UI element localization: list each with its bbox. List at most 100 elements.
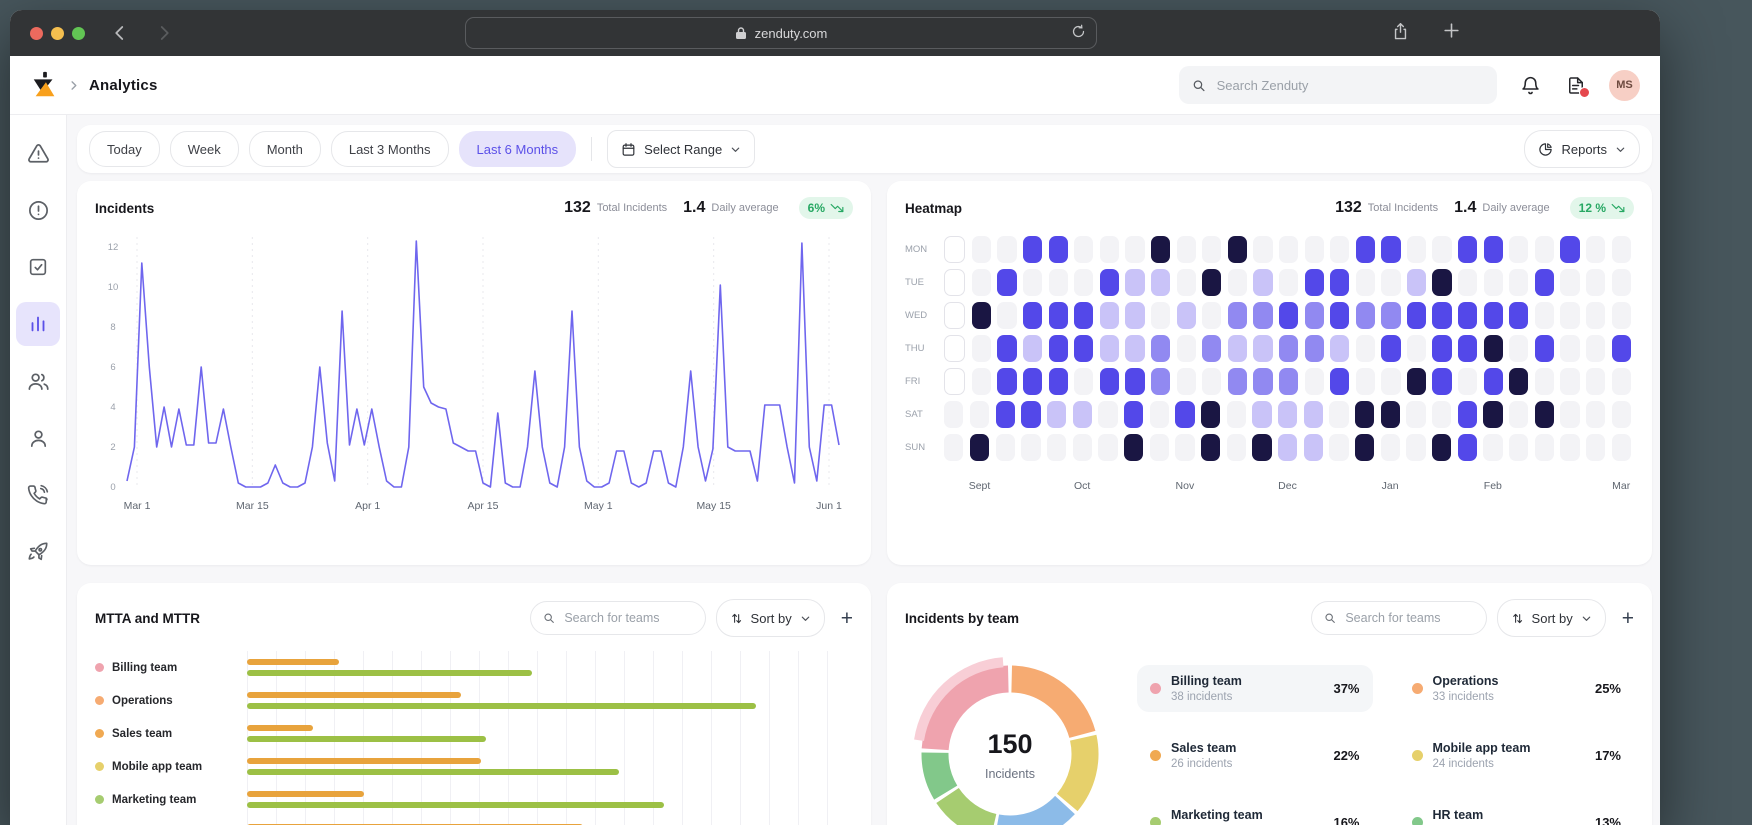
user-avatar[interactable]: MS <box>1609 70 1640 101</box>
sort-arrows-icon <box>1511 612 1524 625</box>
mtta-row-hr-team: HR team <box>95 816 853 825</box>
heatmap-cell <box>1586 368 1605 395</box>
heatmap-cell <box>1484 236 1503 263</box>
legend-item-billing-team[interactable]: Billing team 38 incidents 37% <box>1137 665 1373 712</box>
legend-item-mobile-app-team[interactable]: Mobile app team 24 incidents 17% <box>1399 732 1635 779</box>
minimize-window-button[interactable] <box>51 27 64 40</box>
heatmap-cell <box>1356 269 1375 296</box>
heatmap-cell <box>997 269 1016 296</box>
traffic-lights[interactable] <box>30 27 85 40</box>
sidebar-item-on-call[interactable] <box>16 473 60 517</box>
sort-by-button[interactable]: Sort by <box>1497 599 1606 637</box>
add-team-button[interactable]: + <box>1622 608 1634 629</box>
reload-icon[interactable] <box>1071 23 1086 40</box>
incidents-by-team-panel: Incidents by team Sort by + <box>887 583 1652 825</box>
team-incident-count: 33 incidents <box>1433 691 1499 703</box>
teams-search[interactable] <box>530 601 706 635</box>
heatmap-cell <box>996 434 1015 461</box>
heatmap-cell <box>1125 269 1144 296</box>
heatmap-row-sun: SUN <box>905 431 1634 464</box>
heatmap-cell <box>1021 401 1040 428</box>
reports-button[interactable]: Reports <box>1524 130 1640 168</box>
sidebar-item-teams[interactable] <box>16 359 60 403</box>
close-window-button[interactable] <box>30 27 43 40</box>
address-bar[interactable]: zenduty.com <box>465 17 1097 49</box>
teams-search-input[interactable] <box>1343 610 1473 626</box>
global-search[interactable] <box>1179 66 1497 104</box>
month-label: Mar <box>1612 480 1630 492</box>
share-icon[interactable] <box>1392 21 1409 42</box>
select-range-button[interactable]: Select Range <box>607 130 755 168</box>
day-label: FRI <box>905 376 941 387</box>
zenduty-logo[interactable] <box>30 70 60 100</box>
team-name: HR team <box>1433 808 1494 822</box>
heatmap-cell <box>1535 368 1554 395</box>
teams-search-input[interactable] <box>562 610 692 626</box>
team-name: Mobile app team <box>1433 741 1531 755</box>
app-header: Analytics MS <box>10 56 1660 115</box>
add-team-button[interactable]: + <box>841 608 853 629</box>
heatmap-cell <box>1612 269 1631 296</box>
heatmap-cell <box>1023 236 1042 263</box>
filter-chip-last-6-months[interactable]: Last 6 Months <box>459 131 577 167</box>
legend-item-marketing-team[interactable]: Marketing team 20 incidents 16% <box>1137 799 1373 825</box>
sort-by-button[interactable]: Sort by <box>716 599 825 637</box>
heatmap-cell <box>1304 434 1323 461</box>
back-icon[interactable] <box>111 24 129 42</box>
zoom-window-button[interactable] <box>72 27 85 40</box>
heatmap-cell <box>1560 335 1579 362</box>
legend-item-hr-team[interactable]: HR team 15 incidents 13% <box>1399 799 1635 825</box>
by-team-panel-title: Incidents by team <box>905 611 1019 626</box>
legend-item-operations[interactable]: Operations 33 incidents 25% <box>1399 665 1635 712</box>
mttr-bar <box>247 736 486 742</box>
global-search-input[interactable] <box>1215 77 1484 94</box>
heatmap-cell <box>1612 335 1631 362</box>
sidebar-item-profile[interactable] <box>16 416 60 460</box>
heatmap-cell <box>1355 434 1374 461</box>
team-color-dot <box>95 663 104 672</box>
heatmap-cell <box>1458 335 1477 362</box>
sidebar-item-integrations[interactable] <box>16 530 60 574</box>
chevron-down-icon <box>1615 144 1626 155</box>
notifications-button[interactable] <box>1517 72 1543 98</box>
sidebar-item-alerts[interactable] <box>16 131 60 175</box>
heatmap-cell <box>1356 302 1375 329</box>
heatmap-cell <box>1151 236 1170 263</box>
trending-down-icon <box>1611 202 1625 214</box>
legend-item-sales-team[interactable]: Sales team 26 incidents 22% <box>1137 732 1373 779</box>
heatmap-cell <box>1253 269 1272 296</box>
changelog-button[interactable] <box>1563 72 1589 98</box>
new-tab-icon[interactable] <box>1442 21 1461 40</box>
sidebar-item-tasks[interactable] <box>16 245 60 289</box>
sidebar-item-incidents[interactable] <box>16 188 60 232</box>
svg-text:Apr 15: Apr 15 <box>468 500 499 512</box>
svg-text:Apr 1: Apr 1 <box>355 500 380 512</box>
heatmap-cell <box>1560 368 1579 395</box>
heatmap-cell <box>1228 335 1247 362</box>
heatmap-cell <box>1535 401 1554 428</box>
heatmap-cell <box>1355 401 1374 428</box>
teams-search[interactable] <box>1311 601 1487 635</box>
heatmap-cell <box>1100 368 1119 395</box>
heatmap-cell <box>1125 236 1144 263</box>
mttr-bar <box>247 802 664 808</box>
mtta-bar <box>247 692 461 698</box>
filter-chip-today[interactable]: Today <box>89 131 160 167</box>
filter-chip-month[interactable]: Month <box>249 131 321 167</box>
heatmap-cell <box>1253 302 1272 329</box>
heatmap-cell <box>944 335 965 362</box>
heatmap-cell <box>1278 434 1297 461</box>
heatmap-cell <box>1509 236 1528 263</box>
team-color-dot <box>1150 817 1161 825</box>
sidebar-item-analytics[interactable] <box>16 302 60 346</box>
heatmap-cell <box>1586 434 1605 461</box>
search-icon <box>1324 611 1336 625</box>
heatmap-cell <box>972 302 991 329</box>
heatmap-cell <box>1228 302 1247 329</box>
team-name: Marketing team <box>1171 808 1263 822</box>
filter-chip-week[interactable]: Week <box>170 131 239 167</box>
forward-icon[interactable] <box>155 24 173 42</box>
month-label: Oct <box>1074 480 1090 492</box>
heatmap-cell <box>1612 368 1631 395</box>
filter-chip-last-3-months[interactable]: Last 3 Months <box>331 131 449 167</box>
